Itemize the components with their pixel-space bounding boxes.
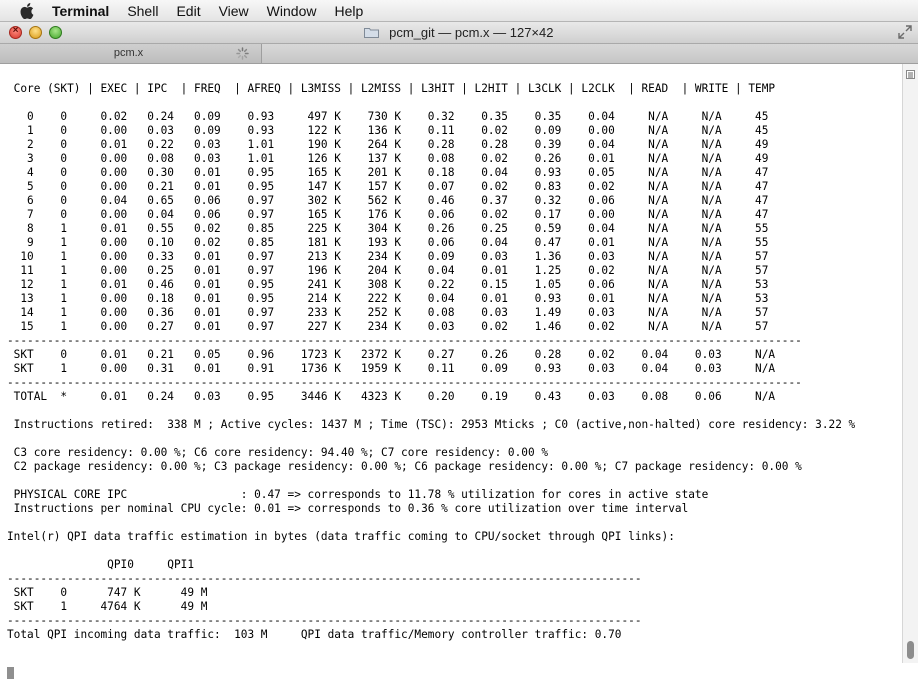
menu-window[interactable]: Window [267, 3, 317, 19]
tab-pcm[interactable]: pcm.x [0, 44, 262, 63]
terminal-line: SKT 1 4764 K 49 M [7, 600, 208, 613]
terminal-line: 9 1 0.00 0.10 0.02 0.85 181 K 193 K 0.06… [7, 236, 769, 249]
terminal-window: × pcm_git — pcm.x — 127×42 pcm.x Core (S… [0, 22, 918, 679]
terminal-line: C3 core residency: 0.00 %; C6 core resid… [7, 446, 548, 459]
terminal-line: ----------------------------------------… [7, 614, 642, 627]
folder-icon [364, 28, 380, 38]
terminal-line: 14 1 0.00 0.36 0.01 0.97 233 K 252 K 0.0… [7, 306, 769, 319]
terminal-line: 8 1 0.01 0.55 0.02 0.85 225 K 304 K 0.26… [7, 222, 769, 235]
menu-help[interactable]: Help [334, 3, 363, 19]
terminal-line: 12 1 0.01 0.46 0.01 0.95 241 K 308 K 0.2… [7, 278, 769, 291]
terminal-line: Intel(r) QPI data traffic estimation in … [7, 530, 675, 543]
terminal-line: 2 0 0.01 0.22 0.03 1.01 190 K 264 K 0.28… [7, 138, 769, 151]
terminal-line: 7 0 0.00 0.04 0.06 0.97 165 K 176 K 0.06… [7, 208, 769, 221]
terminal-line: SKT 1 0.00 0.31 0.01 0.91 1736 K 1959 K … [7, 362, 776, 375]
vertical-scrollbar[interactable] [902, 64, 918, 663]
terminal-line: SKT 0 0.01 0.21 0.05 0.96 1723 K 2372 K … [7, 348, 776, 361]
text-cursor [7, 667, 14, 679]
terminal-content[interactable]: Core (SKT) | EXEC | IPC | FREQ | AFREQ |… [0, 64, 902, 679]
terminal-line: 15 1 0.00 0.27 0.01 0.97 227 K 234 K 0.0… [7, 320, 769, 333]
title-bar[interactable]: × pcm_git — pcm.x — 127×42 [0, 22, 918, 44]
terminal-line: ----------------------------------------… [7, 572, 642, 585]
terminal-line: Core (SKT) | EXEC | IPC | FREQ | AFREQ |… [7, 82, 776, 95]
terminal-line: PHYSICAL CORE IPC : 0.47 => corresponds … [7, 488, 709, 501]
terminal-line: Instructions retired: 338 M ; Active cyc… [7, 418, 856, 431]
scroll-thumb[interactable] [907, 641, 914, 659]
fullscreen-arrows-icon[interactable] [898, 25, 912, 39]
apple-logo-icon[interactable] [20, 2, 38, 19]
terminal-line: 4 0 0.00 0.30 0.01 0.95 165 K 201 K 0.18… [7, 166, 769, 179]
terminal-line: 13 1 0.00 0.18 0.01 0.95 214 K 222 K 0.0… [7, 292, 769, 305]
tab-bar: pcm.x [0, 44, 918, 64]
terminal-output[interactable]: Core (SKT) | EXEC | IPC | FREQ | AFREQ |… [7, 82, 855, 642]
terminal-line: 6 0 0.04 0.65 0.06 0.97 302 K 562 K 0.46… [7, 194, 769, 207]
tab-label: pcm.x [113, 47, 144, 59]
terminal-line: Total QPI incoming data traffic: 103 M Q… [7, 628, 622, 641]
terminal-line: QPI0 QPI1 [7, 558, 195, 571]
menu-bar: Terminal Shell Edit View Window Help [0, 0, 918, 22]
terminal-line: C2 package residency: 0.00 %; C3 package… [7, 460, 802, 473]
terminal-line: ----------------------------------------… [7, 334, 802, 347]
terminal-line: Instructions per nominal CPU cycle: 0.01… [7, 502, 689, 515]
terminal-line: 5 0 0.00 0.21 0.01 0.95 147 K 157 K 0.07… [7, 180, 769, 193]
menu-edit[interactable]: Edit [176, 3, 200, 19]
terminal-line: 0 0 0.02 0.24 0.09 0.93 497 K 730 K 0.32… [7, 110, 769, 123]
window-title-area: pcm_git — pcm.x — 127×42 [0, 25, 918, 40]
terminal-line: 3 0 0.00 0.08 0.03 1.01 126 K 137 K 0.08… [7, 152, 769, 165]
terminal-line: ----------------------------------------… [7, 376, 802, 389]
scroll-lines-icon[interactable] [906, 70, 915, 79]
terminal-line: 1 0 0.00 0.03 0.09 0.93 122 K 136 K 0.11… [7, 124, 769, 137]
menu-app-name[interactable]: Terminal [52, 3, 109, 19]
menu-view[interactable]: View [219, 3, 249, 19]
terminal-line: 10 1 0.00 0.33 0.01 0.97 213 K 234 K 0.0… [7, 250, 769, 263]
terminal-line: TOTAL * 0.01 0.24 0.03 0.95 3446 K 4323 … [7, 390, 776, 403]
menu-shell[interactable]: Shell [127, 3, 158, 19]
window-title: pcm_git — pcm.x — 127×42 [389, 25, 554, 40]
terminal-line: 11 1 0.00 0.25 0.01 0.97 196 K 204 K 0.0… [7, 264, 769, 277]
activity-spinner-icon [236, 47, 249, 60]
terminal-line: SKT 0 747 K 49 M [7, 586, 208, 599]
